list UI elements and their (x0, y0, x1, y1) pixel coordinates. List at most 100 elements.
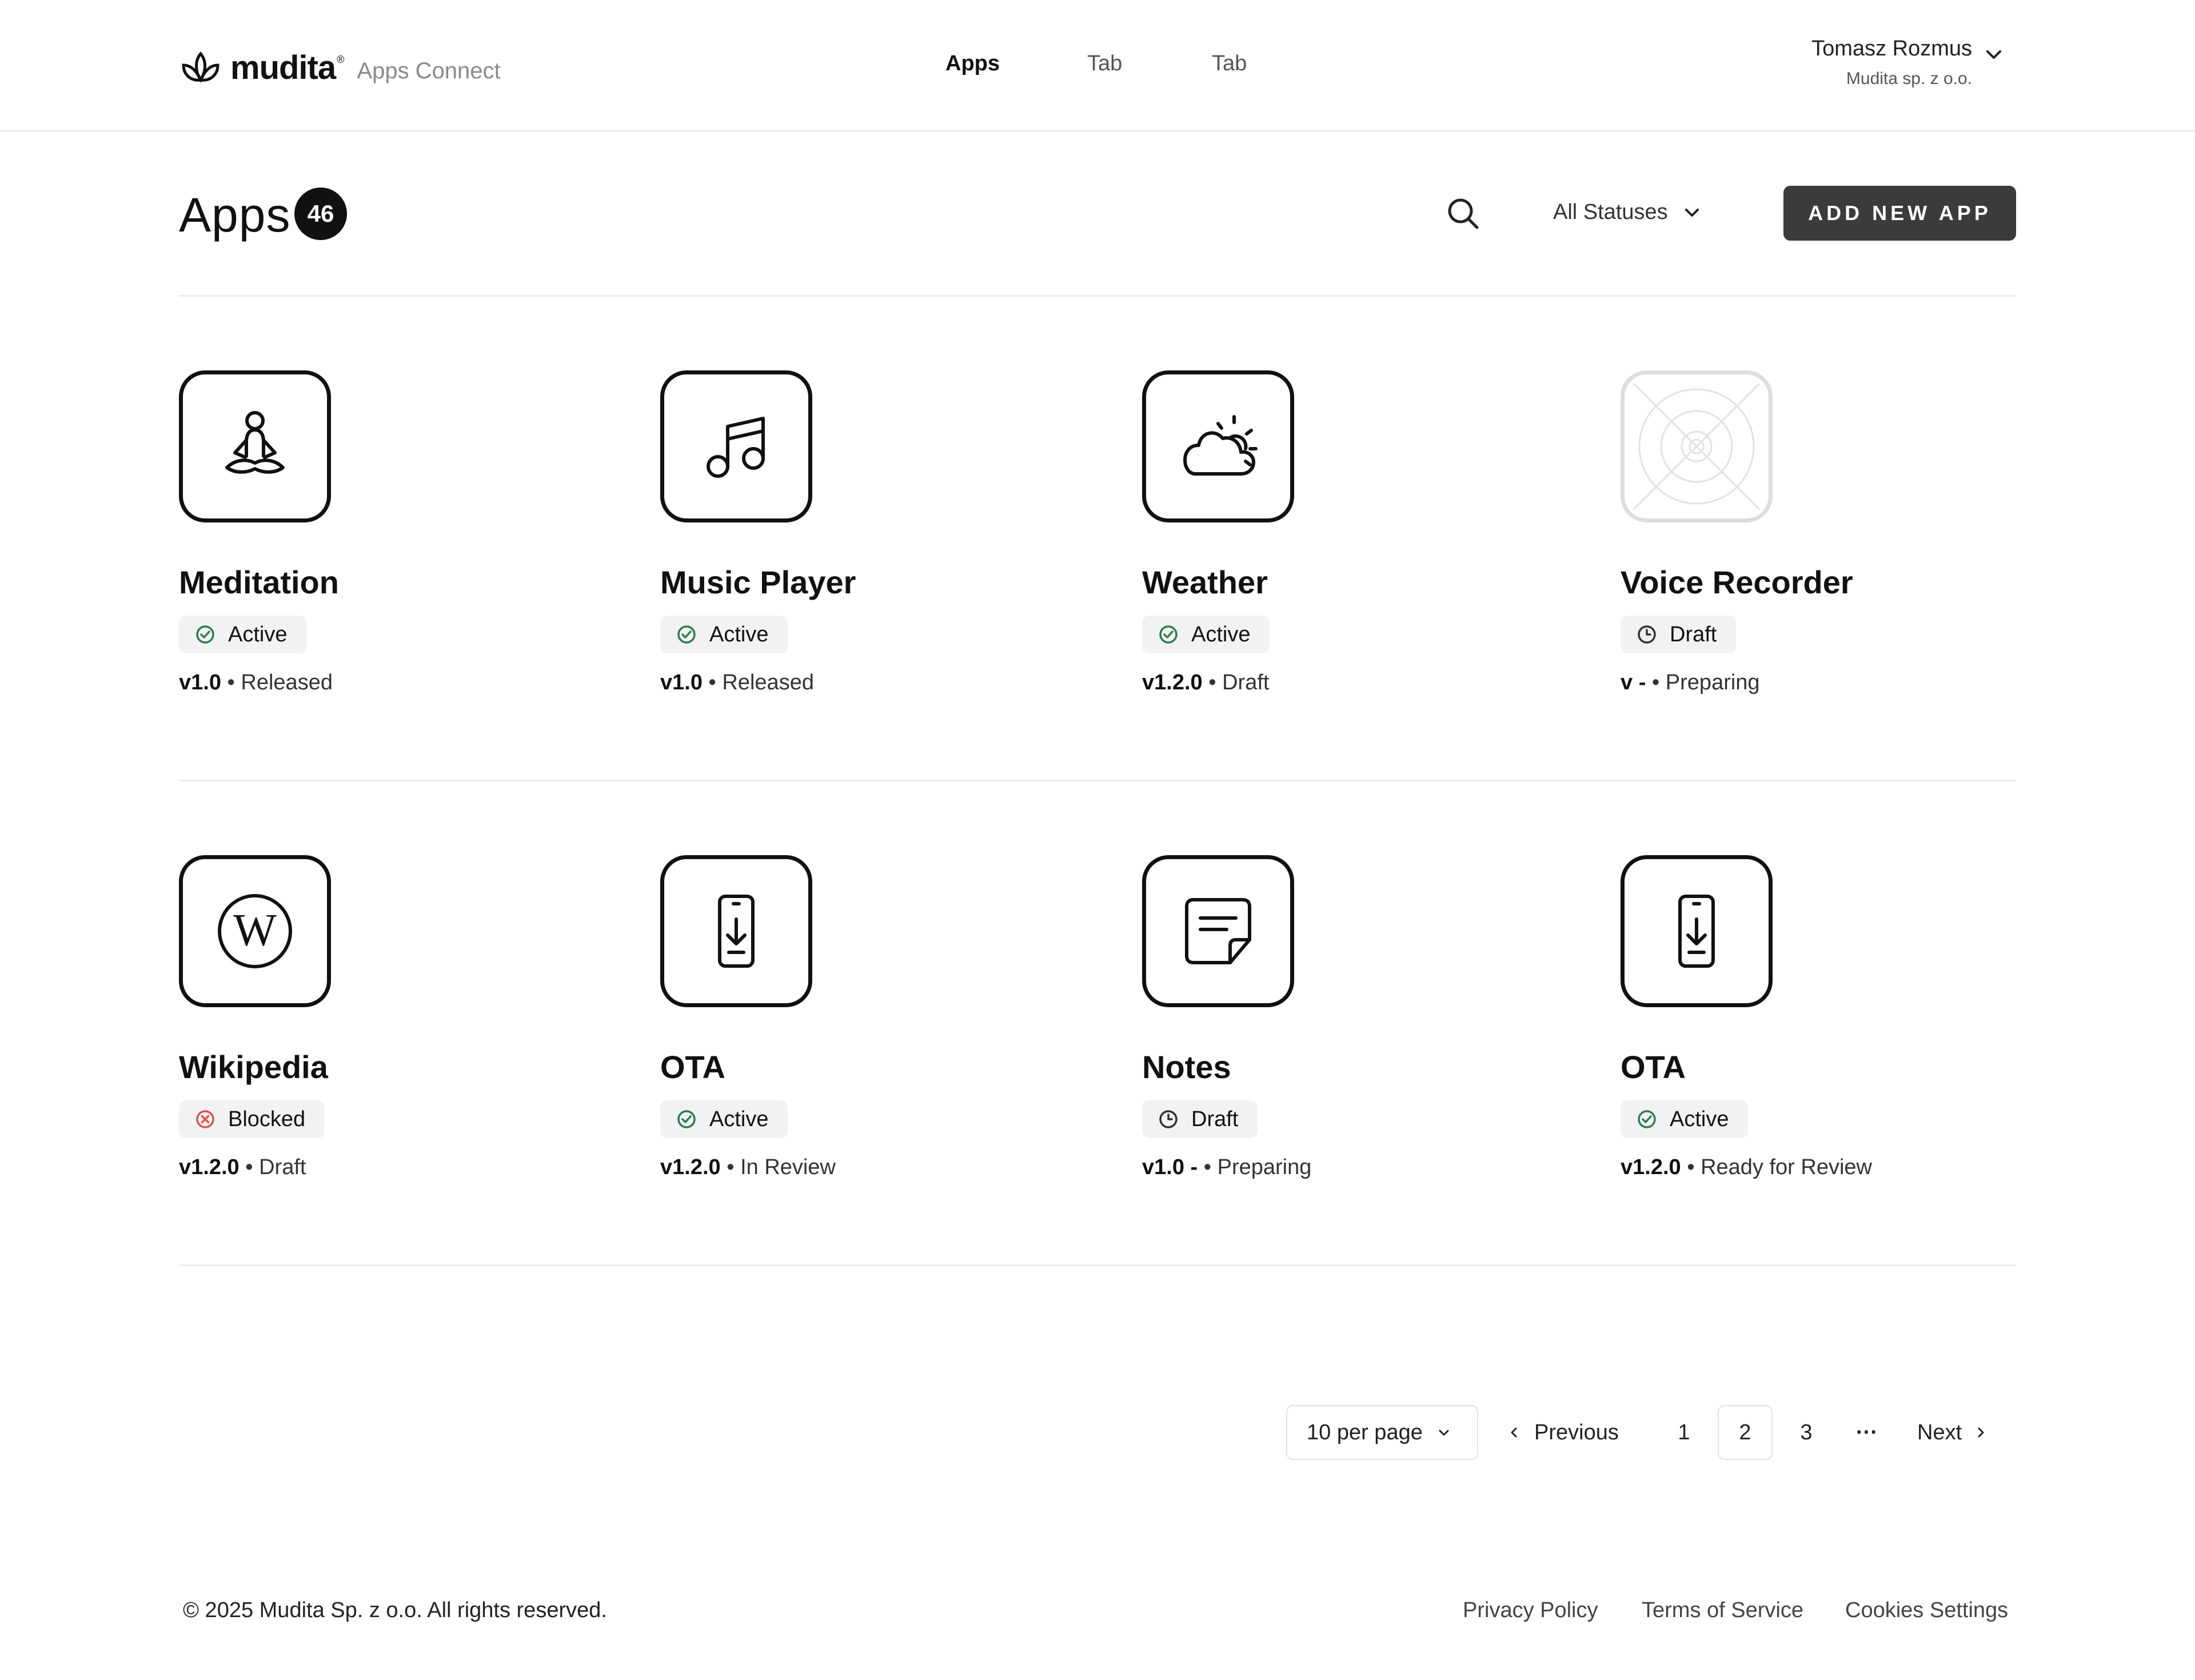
app-name[interactable]: OTA (1621, 1048, 2066, 1086)
user-menu[interactable]: Tomasz Rozmus Mudita sp. z o.o. (1811, 37, 1972, 89)
release-stage: In Review (740, 1155, 836, 1179)
version-line: v1.0 • Released (179, 671, 625, 695)
status-text: Draft (1191, 1107, 1239, 1131)
version-line: v1.2.0 • In Review (660, 1155, 1106, 1180)
release-stage: Draft (1222, 671, 1270, 695)
status-badge: Active (1621, 1100, 1749, 1138)
check-circle-icon (1159, 625, 1178, 644)
release-stage: Preparing (1217, 1155, 1312, 1179)
release-stage: Ready for Review (1701, 1155, 1872, 1179)
version-line: v1.0 - • Preparing (1142, 1155, 1588, 1180)
nav-tab-2[interactable]: Tab (1087, 51, 1122, 76)
status-text: Active (709, 1107, 769, 1131)
app-icon-tile[interactable] (1142, 855, 1294, 1007)
app-icon-tile[interactable] (1621, 855, 1773, 1007)
separator-dot: • (1651, 671, 1660, 695)
separator-dot: • (708, 671, 716, 695)
app-version: v1.2.0 (660, 1155, 721, 1179)
privacy-policy-link[interactable]: Privacy Policy (1463, 1598, 1598, 1623)
previous-page-button[interactable]: Previous (1507, 1405, 1619, 1460)
terms-of-service-link[interactable]: Terms of Service (1642, 1598, 1803, 1623)
app-card[interactable]: W Wikipedia Blocked v1.2.0 • Draft (179, 855, 625, 1180)
app-card[interactable]: OTA Active v1.2.0 • Ready for Review (1621, 855, 2066, 1180)
app-version: v1.2.0 (1621, 1155, 1681, 1179)
svg-text:W: W (233, 905, 277, 956)
app-name[interactable]: Voice Recorder (1621, 564, 2066, 601)
cookies-settings-link[interactable]: Cookies Settings (1845, 1598, 2008, 1623)
status-text: Blocked (228, 1107, 306, 1131)
release-stage: Released (722, 671, 814, 695)
status-filter-dropdown[interactable]: All Statuses (1553, 200, 1701, 225)
check-circle-icon (1638, 1110, 1656, 1128)
app-icon-tile[interactable]: W (179, 855, 331, 1007)
release-stage: Preparing (1665, 671, 1760, 695)
version-line: v1.2.0 • Draft (1142, 671, 1588, 695)
app-card[interactable]: Music Player Active v1.0 • Released (660, 370, 1106, 695)
separator-dot: • (727, 1155, 735, 1179)
release-stage: Released (241, 671, 333, 695)
app-name[interactable]: Notes (1142, 1048, 1588, 1086)
user-name: Tomasz Rozmus (1811, 37, 1972, 61)
app-card[interactable]: Notes Draft v1.0 - • Preparing (1142, 855, 1588, 1180)
wikipedia-icon: W (218, 894, 292, 968)
next-page-button[interactable]: Next (1917, 1405, 1988, 1460)
app-name[interactable]: OTA (660, 1048, 1106, 1086)
separator-dot: • (1208, 671, 1216, 695)
status-badge: Blocked (179, 1100, 325, 1138)
page-button-1[interactable]: 1 (1657, 1405, 1711, 1460)
pagination: 10 per page Previous 1 2 3 ··· Next (0, 1405, 2195, 1460)
app-name[interactable]: Weather (1142, 564, 1588, 601)
search-icon[interactable] (1445, 195, 1482, 232)
music-note-icon (707, 417, 765, 478)
release-stage: Draft (259, 1155, 306, 1179)
status-badge: Active (660, 616, 788, 653)
app-version: v1.2.0 (1142, 671, 1203, 695)
status-text: Draft (1670, 622, 1717, 647)
app-version: v1.0 - (1142, 1155, 1198, 1179)
status-badge: Draft (1621, 616, 1737, 653)
app-icon-tile[interactable] (179, 370, 331, 522)
version-line: v1.2.0 • Ready for Review (1621, 1155, 2066, 1180)
phone-download-icon (718, 895, 755, 968)
nav-tab-apps[interactable]: Apps (945, 51, 1000, 76)
chevron-down-icon (1685, 208, 1699, 217)
status-filter-label: All Statuses (1553, 200, 1668, 224)
app-card[interactable]: OTA Active v1.2.0 • In Review (660, 855, 1106, 1180)
chevron-right-icon (1978, 1427, 1984, 1438)
previous-label: Previous (1534, 1420, 1619, 1444)
meditation-icon (225, 411, 285, 474)
app-version: v1.0 (660, 671, 703, 695)
apps-count-badge: 46 (294, 187, 347, 240)
status-badge: Active (1142, 616, 1270, 653)
app-icon-tile[interactable] (660, 855, 812, 1007)
app-card[interactable]: Weather Active v1.2.0 • Draft (1142, 370, 1588, 695)
separator-dot: • (227, 671, 235, 695)
page-button-2-current[interactable]: 2 (1718, 1405, 1773, 1460)
separator-dot: • (1203, 1155, 1212, 1179)
divider (179, 780, 2016, 781)
app-name[interactable]: Meditation (179, 564, 625, 601)
app-name[interactable]: Music Player (660, 564, 1106, 601)
page-button-3[interactable]: 3 (1779, 1405, 1834, 1460)
app-name[interactable]: Wikipedia (179, 1048, 625, 1086)
nav-tab-3[interactable]: Tab (1212, 51, 1247, 76)
top-header: mudita ® Apps Connect Apps Tab Tab Tomas… (0, 0, 2195, 131)
add-new-app-button[interactable]: ADD NEW APP (1783, 186, 2016, 241)
x-circle-icon (196, 1110, 214, 1128)
separator-dot: • (1687, 1155, 1695, 1179)
page-title: Apps (179, 188, 291, 242)
chevron-down-icon[interactable] (1984, 45, 2004, 65)
app-icon-tile[interactable] (1621, 370, 1773, 522)
user-organization: Mudita sp. z o.o. (1846, 69, 1972, 88)
clock-icon (1638, 625, 1656, 644)
status-text: Active (1191, 622, 1251, 647)
app-icon-tile[interactable] (660, 370, 812, 522)
separator-dot: • (245, 1155, 253, 1179)
app-icon-tile[interactable] (1142, 370, 1294, 522)
per-page-label: 10 per page (1307, 1420, 1423, 1444)
per-page-select[interactable]: 10 per page (1286, 1405, 1478, 1460)
app-card[interactable]: Voice Recorder Draft v - • Preparing (1621, 370, 2066, 695)
divider (179, 1264, 2016, 1266)
app-card[interactable]: Meditation Active v1.0 • Released (179, 370, 625, 695)
chevron-left-icon (1511, 1427, 1517, 1438)
